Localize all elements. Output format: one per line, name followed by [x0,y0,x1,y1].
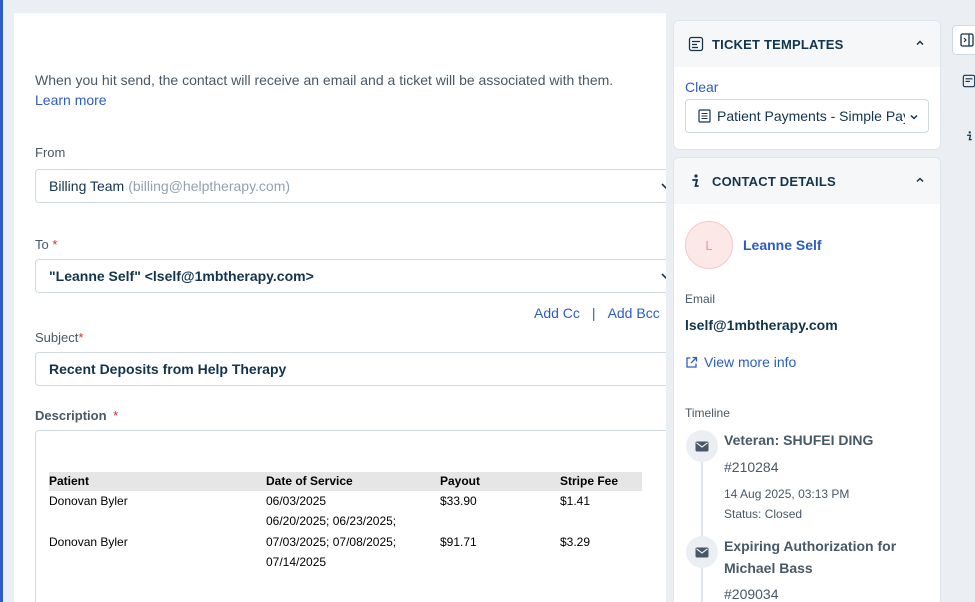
chevron-down-icon [659,269,666,283]
mail-icon [686,536,718,568]
timeline-item-title[interactable]: Veteran: SHUFEI DING [724,429,929,451]
from-name: Billing Team [49,178,125,194]
column-header-fee: Stripe Fee [560,474,619,488]
cell-patient: Donovan Byler [49,535,128,549]
timeline-item-date: 14 Aug 2025, 03:13 PM [724,487,850,501]
cell-payout: $33.90 [440,494,477,508]
description-label-text: Description [35,408,107,423]
timeline-item-title[interactable]: Expiring Authorization for Michael Bass [724,535,929,579]
cell-date: 06/03/2025 [266,494,327,508]
learn-more-link[interactable]: Learn more [35,92,107,108]
description-label: Description * [35,408,118,423]
info-icon[interactable] [964,128,974,149]
chevron-up-icon[interactable] [914,174,926,189]
chevron-down-icon [659,179,666,193]
contact-details-header[interactable]: CONTACT DETAILS [674,158,940,204]
cc-bcc-links: Add Cc | Add Bcc [534,305,660,321]
cell-fee: $1.41 [560,494,591,508]
template-select[interactable]: Patient Payments - Simple Payment [685,99,929,133]
to-label-text: To [35,237,49,252]
subject-input[interactable]: Recent Deposits from Help Therapy [35,352,666,386]
subject-value: Recent Deposits from Help Therapy [49,361,287,377]
clear-link[interactable]: Clear [685,79,718,95]
compose-form: When you hit send, the contact will rece… [14,13,666,602]
required-mark: * [113,408,119,423]
timeline-item-number: #210284 [724,459,779,475]
top-strip [0,0,975,8]
cell-date: 07/14/2025 [266,555,327,569]
timeline-item-status: Status: Closed [724,507,803,521]
to-value: "Leanne Self" <lself@1mbtherapy.com> [49,268,314,284]
from-email: (billing@helptherapy.com) [128,178,291,194]
expand-panel-button[interactable] [952,25,975,55]
required-mark: * [78,330,84,345]
column-header-payout: Payout [440,474,481,488]
template-icon[interactable] [962,73,975,94]
mail-icon [686,430,718,462]
subject-label-text: Subject [35,330,79,345]
email-label: Email [685,292,716,306]
view-more-info-text: View more info [704,354,797,370]
external-link-icon [686,356,698,368]
timeline-label: Timeline [685,406,730,420]
collapse-panel-icon [960,33,974,47]
template-selected-value: Patient Payments - Simple Payment [717,108,905,124]
ticket-templates-panel: TICKET TEMPLATES Clear Patient Payments … [673,20,941,150]
contact-details-panel: CONTACT DETAILS L Leanne Self Email lsel… [673,157,941,602]
column-header-patient: Patient [49,474,90,488]
from-label: From [35,145,66,160]
cell-payout: $91.71 [440,535,477,549]
cell-date: 07/03/2025; 07/08/2025; [266,535,397,549]
view-more-info-link[interactable]: View more info [685,354,796,370]
left-accent-bar [0,0,3,602]
email-value: lself@1mbtherapy.com [685,317,838,333]
add-cc-link[interactable]: Add Cc [534,305,580,321]
ticket-templates-title: TICKET TEMPLATES [712,36,844,52]
info-text: When you hit send, the contact will rece… [35,72,614,88]
required-mark: * [52,237,58,252]
avatar: L [685,221,733,269]
from-select[interactable]: Billing Team (billing@helptherapy.com) [35,169,666,203]
document-icon [698,109,711,123]
ticket-templates-header[interactable]: TICKET TEMPLATES [674,21,940,67]
cell-patient: Donovan Byler [49,494,128,508]
timeline-item-number: #209034 [724,586,779,602]
contact-name-link[interactable]: Leanne Self [743,237,822,253]
template-icon [688,36,706,52]
separator: | [591,305,596,321]
contact-details-title: CONTACT DETAILS [712,173,836,189]
timeline-line [701,458,703,602]
column-header-date: Date of Service [266,474,353,488]
info-icon [688,173,706,189]
cell-date: 06/20/2025; 06/23/2025; [266,514,397,528]
cell-fee: $3.29 [560,535,591,549]
subject-label: Subject* [35,330,83,345]
chevron-up-icon[interactable] [914,37,926,52]
add-bcc-link[interactable]: Add Bcc [608,305,660,321]
chevron-down-icon [908,110,920,126]
to-select[interactable]: "Leanne Self" <lself@1mbtherapy.com> [35,259,666,293]
to-label: To * [35,237,57,252]
description-editor[interactable]: Patient Date of Service Payout Stripe Fe… [35,430,666,602]
